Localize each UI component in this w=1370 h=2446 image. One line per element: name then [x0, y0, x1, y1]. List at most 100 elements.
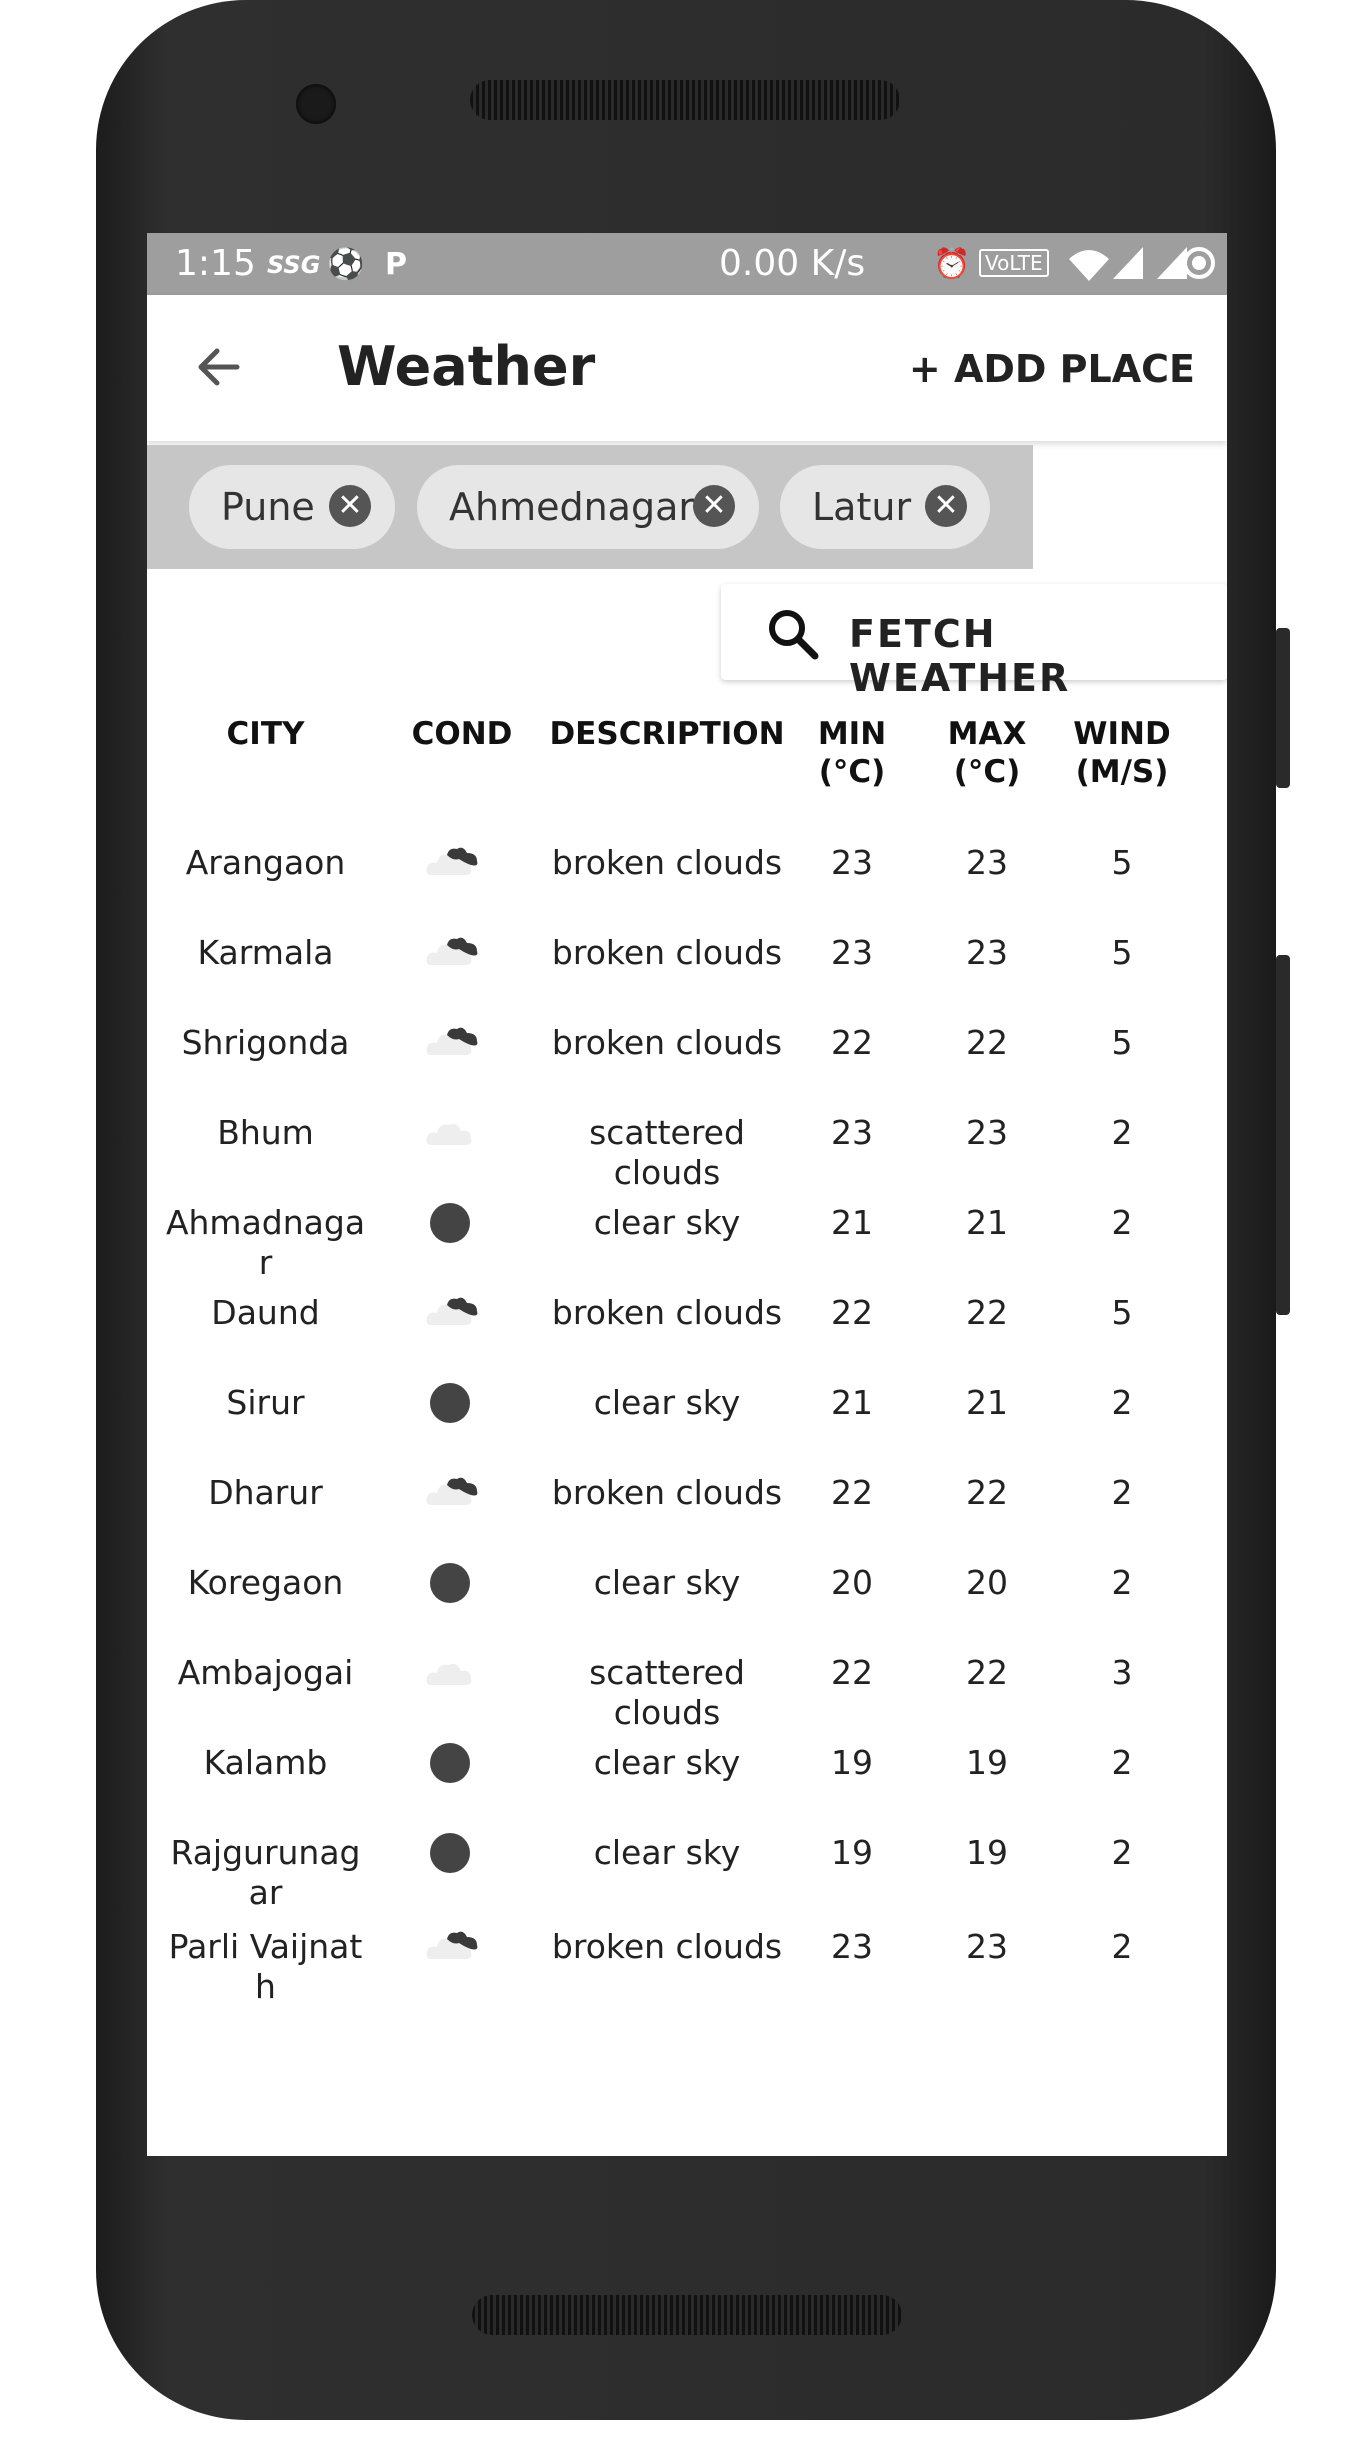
description-cell: broken clouds: [551, 1293, 783, 1332]
min-temp-cell: 23: [831, 1113, 873, 1152]
min-temp-cell: 23: [831, 1927, 873, 1966]
wind-cell: 2: [1111, 1927, 1133, 1966]
min-temp-cell: 22: [831, 1023, 873, 1062]
description-cell: clear sky: [593, 1833, 741, 1872]
front-camera: [296, 84, 336, 124]
ssg-icon: SSG: [267, 251, 321, 279]
wind-cell: 5: [1111, 1293, 1133, 1332]
wind-cell: 2: [1111, 1383, 1133, 1422]
description-cell: broken clouds: [551, 1473, 783, 1512]
back-arrow-icon[interactable]: [189, 337, 249, 397]
page-title: Weather: [337, 335, 596, 398]
fetch-weather-label: FETCH WEATHER: [849, 612, 1071, 700]
close-icon[interactable]: ✕: [329, 485, 371, 527]
table-row: Shrigonda broken clouds 22 22 5: [147, 1023, 1227, 1113]
description-cell: broken clouds: [551, 843, 783, 882]
wind-cell: 2: [1111, 1203, 1133, 1242]
add-place-button[interactable]: + ADD PLACE: [909, 347, 1195, 391]
table-row: Karmala broken clouds 23 23 5: [147, 933, 1227, 1023]
clear-sky-icon: [430, 1833, 470, 1873]
header-city: CITY: [226, 716, 305, 752]
wind-cell: 5: [1111, 933, 1133, 972]
wind-cell: 5: [1111, 1023, 1133, 1062]
table-row: Bhum scattered clouds 23 23 2: [147, 1113, 1227, 1203]
chip-label: Latur: [812, 485, 912, 529]
chip-ahmednagar[interactable]: Ahmednagar ✕: [417, 465, 759, 549]
table-row: Daund broken clouds 22 22 5: [147, 1293, 1227, 1383]
broken-clouds-icon: [426, 1477, 478, 1505]
min-temp-cell: 20: [831, 1563, 873, 1602]
min-temp-cell: 19: [831, 1833, 873, 1872]
chip-label: Pune: [221, 485, 315, 529]
close-icon[interactable]: ✕: [925, 485, 967, 527]
city-cell: Rajgurunagar: [170, 1833, 361, 1912]
city-cell: Karmala: [197, 933, 334, 972]
wind-cell: 2: [1111, 1743, 1133, 1782]
chip-pune[interactable]: Pune ✕: [189, 465, 395, 549]
min-temp-cell: 22: [831, 1293, 873, 1332]
description-cell: broken clouds: [551, 933, 783, 972]
table-row: Sirur clear sky 21 21 2: [147, 1383, 1227, 1473]
clear-sky-icon: [430, 1743, 470, 1783]
city-cell: Kalamb: [203, 1743, 328, 1782]
broken-clouds-icon: [426, 1027, 478, 1055]
screen: 1:15 SSG ⚽ P 0.00 K/s ⏰ VoLTE Weather + …: [147, 233, 1227, 2156]
table-row: Rajgurunagar clear sky 19 19 2: [147, 1833, 1227, 1923]
table-row: Dharur broken clouds 22 22 2: [147, 1473, 1227, 1563]
wind-cell: 2: [1111, 1473, 1133, 1512]
wind-cell: 2: [1111, 1563, 1133, 1602]
max-temp-cell: 23: [966, 1113, 1008, 1152]
status-time: 1:15: [175, 243, 256, 284]
table-row: Koregaon clear sky 20 20 2: [147, 1563, 1227, 1653]
signal-icon: [1113, 247, 1143, 279]
table-row: Ambajogai scattered clouds 22 22 3: [147, 1653, 1227, 1743]
city-cell: Koregaon: [187, 1563, 344, 1602]
network-speed: 0.00 K/s: [719, 243, 866, 284]
parking-icon: P: [385, 247, 407, 282]
max-temp-cell: 23: [966, 843, 1008, 882]
fetch-weather-button[interactable]: FETCH WEATHER: [721, 584, 1227, 700]
min-temp-cell: 19: [831, 1743, 873, 1782]
broken-clouds-icon: [426, 1931, 478, 1959]
battery-ring-icon: [1183, 247, 1215, 279]
max-temp-cell: 19: [966, 1743, 1008, 1782]
max-temp-cell: 23: [966, 933, 1008, 972]
city-cell: Parli Vaijnath: [168, 1927, 363, 2006]
wind-cell: 3: [1111, 1653, 1133, 1692]
max-temp-cell: 22: [966, 1653, 1008, 1692]
description-cell: scattered clouds: [589, 1653, 745, 1732]
header-max: MAX (°C): [947, 716, 1027, 790]
max-temp-cell: 22: [966, 1473, 1008, 1512]
broken-clouds-icon: [426, 847, 478, 875]
clear-sky-icon: [430, 1563, 470, 1603]
table-row: Kalamb clear sky 19 19 2: [147, 1743, 1227, 1833]
broken-clouds-icon: [426, 1297, 478, 1325]
header-cond: COND: [411, 716, 513, 752]
city-cell: Dharur: [208, 1473, 323, 1512]
power-button: [1276, 628, 1290, 788]
top-speaker: [470, 80, 900, 120]
header-min: MIN (°C): [817, 716, 887, 790]
city-cell: Daund: [211, 1293, 320, 1332]
max-temp-cell: 22: [966, 1293, 1008, 1332]
city-cell: Ahmadnagar: [165, 1203, 366, 1282]
clear-sky-icon: [430, 1383, 470, 1423]
description-cell: broken clouds: [551, 1927, 783, 1966]
table-row: Ahmadnagar clear sky 21 21 2: [147, 1203, 1227, 1293]
chip-latur[interactable]: Latur ✕: [780, 465, 990, 549]
city-cell: Arangaon: [185, 843, 346, 882]
wind-cell: 2: [1111, 1113, 1133, 1152]
close-icon[interactable]: ✕: [693, 485, 735, 527]
max-temp-cell: 21: [966, 1383, 1008, 1422]
min-temp-cell: 22: [831, 1473, 873, 1512]
min-temp-cell: 21: [831, 1383, 873, 1422]
status-bar: 1:15 SSG ⚽ P 0.00 K/s ⏰ VoLTE: [147, 233, 1227, 295]
city-cell: Bhum: [217, 1113, 314, 1152]
app-bar: Weather + ADD PLACE: [147, 295, 1227, 441]
city-cell: Ambajogai: [177, 1653, 354, 1692]
table-row: Arangaon broken clouds 23 23 5: [147, 843, 1227, 933]
description-cell: broken clouds: [551, 1023, 783, 1062]
city-cell: Sirur: [226, 1383, 305, 1422]
description-cell: clear sky: [593, 1383, 741, 1422]
broken-clouds-icon: [426, 937, 478, 965]
